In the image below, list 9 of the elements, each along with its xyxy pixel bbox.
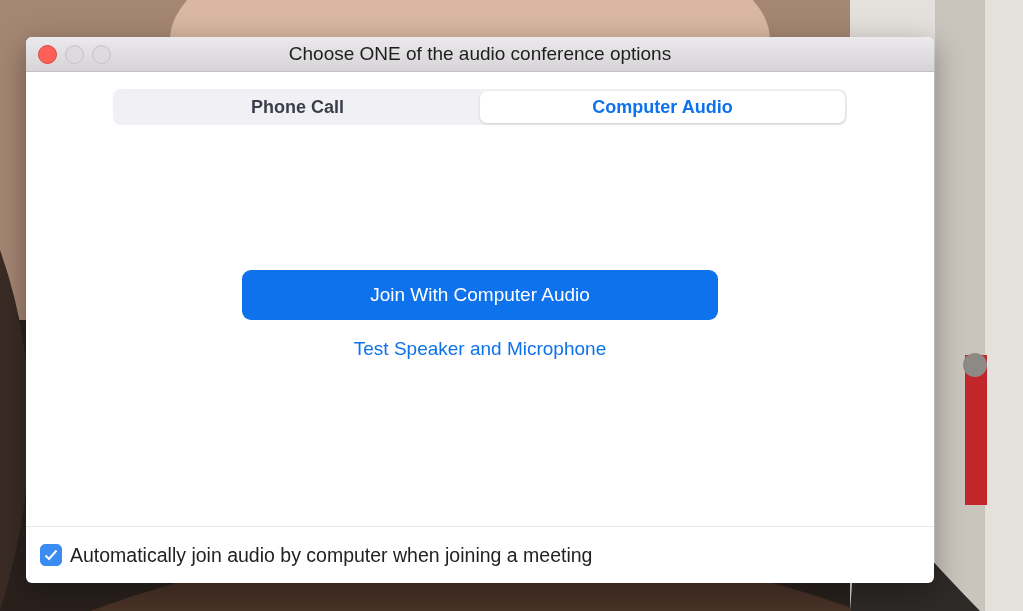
checkmark-icon	[44, 549, 58, 561]
join-button[interactable]: Join With Computer Audio	[242, 270, 718, 320]
checkbox[interactable]	[40, 544, 62, 566]
close-button[interactable]	[38, 44, 57, 64]
tab[interactable]: Phone Call	[115, 91, 480, 123]
test-link[interactable]: Test Speaker and Microphone	[353, 338, 607, 360]
tab[interactable]: Computer Audio	[480, 91, 845, 123]
checkbox-label: Automatically join audio by computer when joining a meeting	[70, 543, 593, 567]
window-title: Choose ONE of the audio conference options	[288, 43, 672, 65]
